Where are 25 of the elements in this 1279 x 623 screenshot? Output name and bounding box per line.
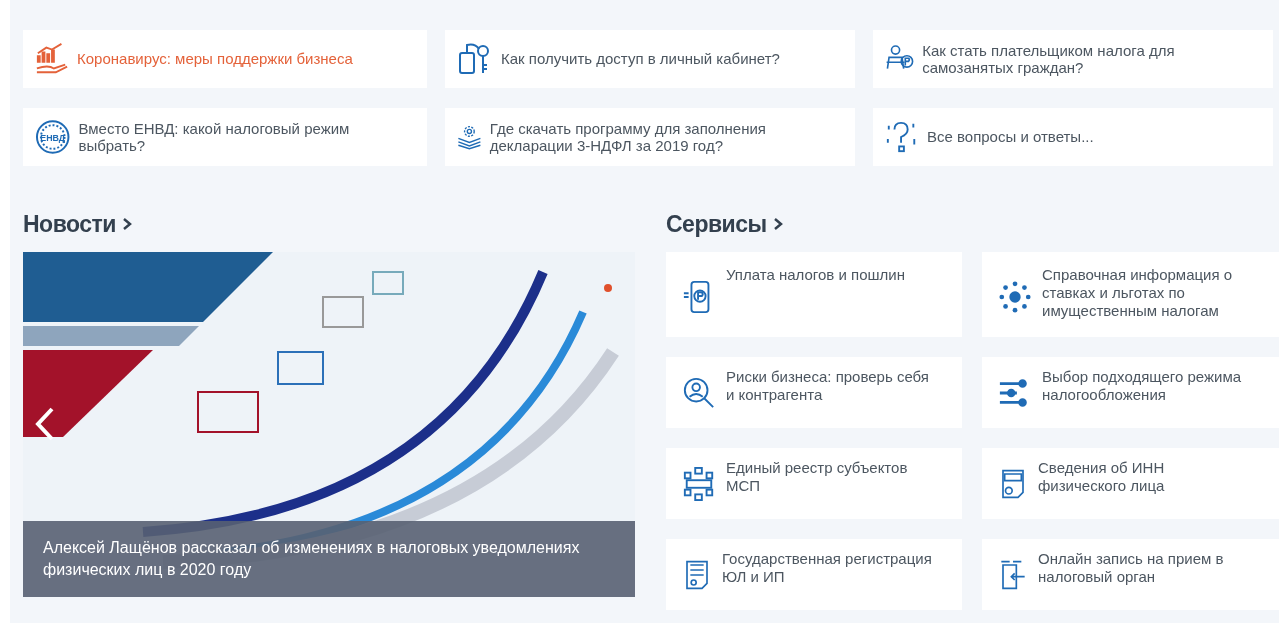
service-link[interactable]: Выбор подходящего режима налогообложения <box>982 357 1279 428</box>
question-link[interactable]: Все вопросы и ответы... <box>873 108 1273 166</box>
stamp-icon: ЕНВД <box>35 119 71 155</box>
question-link[interactable]: ЕНВД Вместо ЕНВД: какой налоговый режим выбрать? <box>23 108 427 166</box>
service-link[interactable]: Сведения об ИНН физического лица <box>982 448 1279 519</box>
news-heading-link[interactable]: Новости <box>23 210 635 238</box>
question-link[interactable]: Как стать плательщиком налога для самозанятых граждан? <box>873 30 1273 88</box>
service-link[interactable]: Государственная регистрация ЮЛ и ИП <box>666 539 962 610</box>
chevron-icon <box>121 217 132 231</box>
question-link[interactable]: Где скачать программу для заполнения декларации 3-НДФЛ за 2019 год? <box>445 108 855 166</box>
service-link[interactable]: Уплата налогов и пошлин <box>666 252 962 337</box>
question-link[interactable]: Как получить доступ в личный кабинет? <box>445 30 855 88</box>
service-link[interactable]: Риски бизнеса: проверь себя и контрагента <box>666 357 962 428</box>
service-link[interactable]: Единый реестр субъектов МСП <box>666 448 962 519</box>
service-link[interactable]: Онлайн запись на прием в налоговый орган <box>982 539 1279 610</box>
service-link[interactable]: Справочная информация о ставках и льготах по имущественным налогам <box>982 252 1279 337</box>
chart-hand-icon <box>35 42 69 76</box>
chevron-icon <box>772 217 783 231</box>
news-caption: Алексей Лащёнов рассказал об изменениях в налоговых уведомлениях физических лиц в 2020 году <box>23 521 635 597</box>
services-heading-link[interactable]: Сервисы <box>666 210 1279 238</box>
magnifier-person-icon <box>682 376 716 410</box>
emblem-dots-icon <box>998 279 1032 314</box>
question-link[interactable]: Коронавирус: меры поддержки бизнеса <box>23 30 427 88</box>
door-arrow-icon <box>998 558 1028 592</box>
network-squares-icon <box>682 467 716 501</box>
